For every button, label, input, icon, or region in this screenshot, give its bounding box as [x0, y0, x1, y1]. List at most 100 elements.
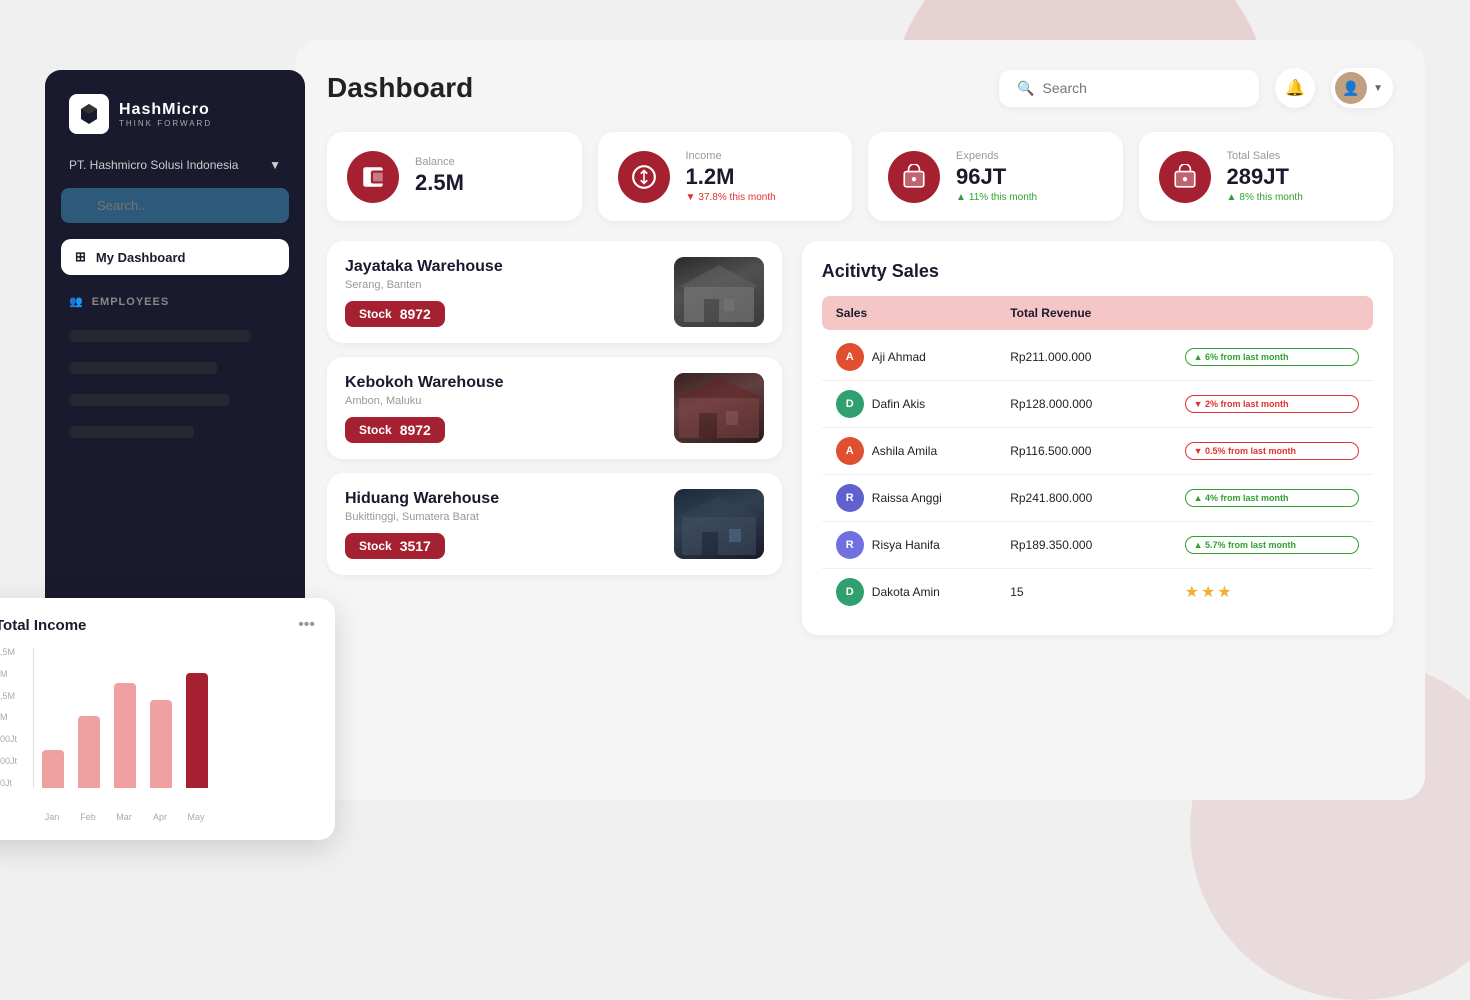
balance-info: Balance 2.5M: [415, 156, 464, 198]
chart-y-labels: 10Jt 100Jt 500Jt 1M 1,5M 2M 2,5M: [0, 648, 17, 788]
chart-bar-may: [186, 673, 208, 788]
company-name: PT. Hashmicro Solusi Indonesia: [69, 158, 238, 172]
name-aji: Aji Ahmad: [872, 350, 926, 364]
balance-value: 2.5M: [415, 172, 464, 194]
sales-change-arrow: ▲: [1227, 192, 1237, 203]
expends-label: Expends: [956, 150, 1037, 162]
sidebar-search-input[interactable]: [61, 188, 289, 223]
name-dakota: Dakota Amin: [872, 585, 940, 599]
sidebar-placeholder-2: [69, 362, 217, 374]
balance-icon: [347, 151, 399, 203]
income-icon: [618, 151, 670, 203]
dashboard-icon: ⊞: [75, 249, 86, 265]
stock-value-2: 8972: [400, 422, 431, 438]
avatar-dropdown-icon: ▼: [1373, 83, 1383, 94]
revenue-risya: Rp189.350.000: [1010, 538, 1184, 552]
sales-change: ▲ 8% this month: [1227, 192, 1303, 203]
activity-card: Acitivty Sales Sales Total Revenue A Aji…: [802, 241, 1393, 635]
logo-name: HashMicro: [119, 101, 212, 119]
search-bar[interactable]: 🔍: [999, 70, 1259, 107]
name-dafin: Dafin Akis: [872, 397, 925, 411]
warehouse-img-inner-2: [674, 373, 764, 443]
y-label-6: 2,5M: [0, 648, 17, 657]
warehouse-img-inner-1: [674, 257, 764, 327]
chart-x-labels: Jan Feb Mar Apr May: [41, 812, 315, 822]
stock-label-1: Stock: [359, 307, 392, 321]
income-change-text: 37.8% this month: [698, 192, 775, 203]
income-value: 1.2M: [686, 166, 776, 188]
expends-change-arrow: ▲: [956, 192, 966, 203]
revenue-dakota: 15: [1010, 585, 1184, 599]
warehouse-info-3: Hiduang Warehouse Bukittinggi, Sumatera …: [345, 490, 499, 559]
change-aji: ▲ 6% from last month: [1185, 348, 1359, 366]
income-info: Income 1.2M ▼ 37.8% this month: [686, 150, 776, 203]
revenue-raissa: Rp241.800.000: [1010, 491, 1184, 505]
x-label-feb: Feb: [77, 812, 99, 822]
search-input[interactable]: [1043, 80, 1242, 96]
sidebar-item-dashboard[interactable]: ⊞ My Dashboard: [61, 239, 289, 275]
revenue-dafin: Rp128.000.000: [1010, 397, 1184, 411]
avatar-dakota: D: [836, 578, 864, 606]
income-chart-card: Total Income ••• 10Jt 100Jt 500Jt 1M 1,5…: [0, 598, 335, 840]
income-change-arrow: ▼: [686, 192, 696, 203]
stat-card-income: Income 1.2M ▼ 37.8% this month: [598, 132, 853, 221]
employees-icon: 👥: [69, 295, 84, 308]
stat-card-balance: Balance 2.5M: [327, 132, 582, 221]
activity-row-6: D Dakota Amin 15 ★★★: [822, 569, 1373, 615]
bottom-section: Jayataka Warehouse Serang, Banten Stock …: [327, 241, 1393, 635]
chart-bars-area: [33, 648, 315, 788]
person-cell-1: A Aji Ahmad: [836, 343, 1010, 371]
avatar-dafin: D: [836, 390, 864, 418]
bar-apr: [150, 700, 172, 788]
avatar-raissa: R: [836, 484, 864, 512]
revenue-ashila: Rp116.500.000: [1010, 444, 1184, 458]
person-cell-5: R Risya Hanifa: [836, 531, 1010, 559]
stars-dakota: ★★★: [1185, 582, 1359, 602]
x-label-jan: Jan: [41, 812, 63, 822]
page-title: Dashboard: [327, 72, 473, 104]
y-label-0: 10Jt: [0, 779, 17, 788]
warehouse-info-1: Jayataka Warehouse Serang, Banten Stock …: [345, 258, 503, 327]
sales-info: Total Sales 289JT ▲ 8% this month: [1227, 150, 1303, 203]
revenue-aji: Rp211.000.000: [1010, 350, 1184, 364]
avatar-risya: R: [836, 531, 864, 559]
activity-table-header: Sales Total Revenue: [822, 296, 1373, 330]
warehouse-card-jayataka: Jayataka Warehouse Serang, Banten Stock …: [327, 241, 782, 343]
chart-wrapper: 10Jt 100Jt 500Jt 1M 1,5M 2M 2,5M: [0, 648, 315, 808]
stats-row: Balance 2.5M Income 1.2M ▼ 37.: [327, 132, 1393, 221]
stat-card-expends: Expends 96JT ▲ 11% this month: [868, 132, 1123, 221]
activity-row-3: A Ashila Amila Rp116.500.000 ▼ 0.5% from…: [822, 428, 1373, 475]
notification-bell[interactable]: 🔔: [1275, 68, 1315, 108]
change-risya: ▲ 5.7% from last month: [1185, 536, 1359, 554]
name-risya: Risya Hanifa: [872, 538, 940, 552]
logo-icon: [69, 94, 109, 134]
expends-value: 96JT: [956, 166, 1037, 188]
sales-label: Total Sales: [1227, 150, 1303, 162]
activity-row-4: R Raissa Anggi Rp241.800.000 ▲ 4% from l…: [822, 475, 1373, 522]
income-more-icon[interactable]: •••: [298, 616, 315, 634]
warehouse-location-2: Ambon, Maluku: [345, 395, 504, 407]
warehouse-name-3: Hiduang Warehouse: [345, 490, 499, 508]
bar-may: [186, 673, 208, 788]
activity-row-1: A Aji Ahmad Rp211.000.000 ▲ 6% from last…: [822, 334, 1373, 381]
company-selector[interactable]: PT. Hashmicro Solusi Indonesia ▼: [61, 158, 289, 172]
y-label-4: 1,5M: [0, 692, 17, 701]
user-avatar-wrapper[interactable]: 👤 ▼: [1331, 68, 1393, 108]
sidebar-search-wrapper: 🔍: [61, 188, 289, 223]
balance-label: Balance: [415, 156, 464, 168]
expends-change-text: 11% this month: [969, 192, 1037, 203]
chart-bar-apr: [150, 700, 172, 788]
warehouse-name-1: Jayataka Warehouse: [345, 258, 503, 276]
logo: HashMicro THINK FORWARD: [61, 94, 289, 142]
activity-row-2: D Dafin Akis Rp128.000.000 ▼ 2% from las…: [822, 381, 1373, 428]
x-label-mar: Mar: [113, 812, 135, 822]
bar-mar: [114, 683, 136, 788]
warehouse-card-kebokoh: Kebokoh Warehouse Ambon, Maluku Stock 89…: [327, 357, 782, 459]
chart-bar-mar: [114, 683, 136, 788]
stock-label-2: Stock: [359, 423, 392, 437]
warehouse-location-3: Bukittinggi, Sumatera Barat: [345, 511, 499, 523]
activity-title: Acitivty Sales: [822, 261, 1373, 282]
change-ashila: ▼ 0.5% from last month: [1185, 442, 1359, 460]
warehouse-stock-2: Stock 8972: [345, 417, 445, 443]
warehouse-info-2: Kebokoh Warehouse Ambon, Maluku Stock 89…: [345, 374, 504, 443]
